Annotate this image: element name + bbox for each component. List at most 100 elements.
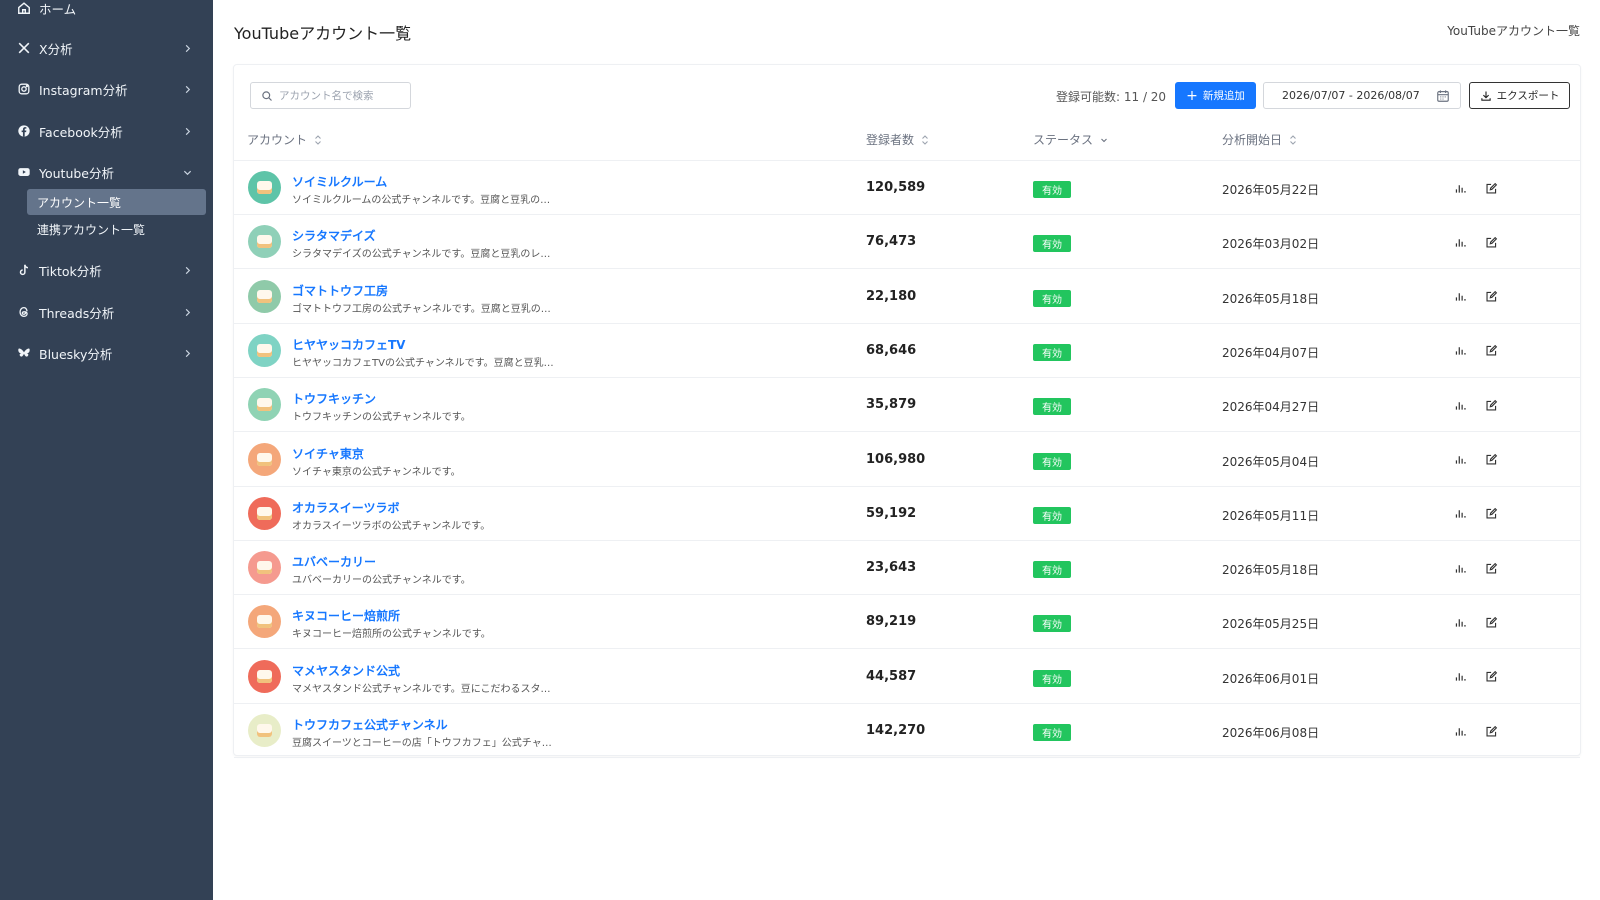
table-row: オカラスイーツラボ オカラスイーツラボの公式チャンネルです。 59,192 有効 202… — [234, 487, 1580, 541]
edit-icon[interactable] — [1483, 180, 1499, 196]
account-name-link[interactable]: トウフキッチン — [292, 390, 376, 407]
facebook-icon — [16, 123, 32, 139]
column-header-start-date[interactable]: 分析開始日 — [1222, 131, 1297, 148]
column-header-account[interactable]: アカウント — [247, 131, 322, 148]
chevron-right-icon — [181, 305, 193, 319]
sidebar-item-facebook[interactable]: Facebook分析 — [0, 118, 213, 144]
account-name-link[interactable]: ソイミルクルーム — [292, 173, 387, 190]
status-badge: 有効 — [1033, 289, 1071, 307]
chevron-right-icon — [181, 82, 193, 96]
status-badge: 有効 — [1033, 615, 1071, 633]
account-description: ヒヤヤッコカフェTVの公式チャンネルです。豆腐と豆乳… — [292, 357, 554, 369]
tofu-icon — [257, 669, 272, 683]
tofu-icon — [257, 561, 272, 575]
analytics-chart-icon[interactable] — [1452, 234, 1468, 250]
account-description: ユバベーカリーの公式チャンネルです。 — [292, 575, 471, 587]
account-name-link[interactable]: マメヤスタンド公式 — [292, 662, 400, 679]
analytics-chart-icon[interactable] — [1452, 560, 1468, 576]
sidebar-subitem-account-list[interactable]: アカウント一覧 — [27, 189, 206, 215]
edit-icon[interactable] — [1483, 506, 1499, 522]
table-row: ヒヤヤッコカフェTV ヒヤヤッコカフェTVの公式チャンネルです。豆腐と豆乳… 68,… — [234, 324, 1580, 378]
analytics-chart-icon[interactable] — [1452, 614, 1468, 630]
account-name-link[interactable]: ユバベーカリー — [292, 553, 376, 570]
sidebar-item-label: Youtube分析 — [39, 165, 114, 181]
channel-avatar — [248, 714, 281, 747]
edit-icon[interactable] — [1483, 397, 1499, 413]
youtube-icon — [16, 164, 32, 180]
analytics-chart-icon[interactable] — [1452, 343, 1468, 359]
analysis-start-date: 2026年04月27日 — [1222, 400, 1320, 415]
export-button[interactable]: エクスポート — [1469, 82, 1570, 109]
x-logo-icon — [16, 40, 32, 56]
sort-icon — [1289, 134, 1297, 146]
account-description: マメヤスタンド公式チャンネルです。豆にこだわるスタ… — [292, 683, 551, 695]
sidebar-item-instagram[interactable]: Instagram分析 — [0, 76, 213, 102]
edit-icon[interactable] — [1483, 669, 1499, 685]
status-badge: 有効 — [1033, 561, 1071, 579]
search-icon — [262, 90, 272, 101]
sidebar-subitem-linked-accounts[interactable]: 連携アカウント一覧 — [27, 216, 206, 242]
sidebar-item-label: Instagram分析 — [39, 82, 128, 98]
search-box[interactable] — [250, 82, 411, 109]
sidebar-item-tiktok[interactable]: Tiktok分析 — [0, 257, 213, 283]
analytics-chart-icon[interactable] — [1452, 723, 1468, 739]
channel-avatar — [248, 279, 281, 313]
analytics-chart-icon[interactable] — [1452, 180, 1468, 196]
edit-icon[interactable] — [1483, 343, 1499, 359]
tofu-icon — [257, 724, 272, 737]
channel-avatar — [248, 333, 281, 367]
account-name-link[interactable]: シラタマデイズ — [292, 227, 376, 244]
date-range-picker[interactable]: 2026/07/07 - 2026/08/07 — [1263, 82, 1461, 109]
sidebar-item-bluesky[interactable]: Bluesky分析 — [0, 340, 213, 366]
sidebar-item-label: ホーム — [39, 1, 77, 17]
sidebar: ホーム X分析 Instagram分析 Facebook分析 Youtube分析… — [0, 0, 213, 900]
chevron-right-icon — [181, 124, 193, 138]
search-input[interactable] — [279, 89, 399, 102]
channel-avatar — [248, 225, 281, 259]
analysis-start-date: 2026年05月18日 — [1222, 291, 1320, 306]
sidebar-item-youtube[interactable]: Youtube分析 — [0, 159, 213, 185]
analysis-start-date: 2026年05月04日 — [1222, 454, 1320, 469]
sort-icon — [921, 134, 929, 146]
sidebar-item-threads[interactable]: Threads分析 — [0, 299, 213, 325]
account-description: ソイミルクルームの公式チャンネルです。豆腐と豆乳の… — [292, 195, 551, 206]
edit-icon[interactable] — [1483, 614, 1499, 630]
analytics-chart-icon[interactable] — [1452, 669, 1468, 685]
tofu-icon — [257, 181, 272, 194]
column-header-subscribers[interactable]: 登録者数 — [866, 131, 929, 148]
account-name-link[interactable]: ゴマトトウフ工房 — [292, 282, 388, 299]
channel-avatar — [248, 659, 281, 693]
edit-icon[interactable] — [1483, 289, 1499, 305]
add-account-button[interactable]: + 新規追加 — [1175, 82, 1256, 109]
edit-icon[interactable] — [1483, 723, 1499, 739]
sidebar-item-label: Tiktok分析 — [39, 263, 102, 279]
channel-avatar — [248, 551, 281, 585]
breadcrumb: YouTubeアカウント一覧 — [1447, 24, 1580, 38]
analytics-chart-icon[interactable] — [1452, 397, 1468, 413]
account-name-link[interactable]: キヌコーヒー焙煎所 — [292, 607, 400, 624]
status-badge: 有効 — [1033, 506, 1071, 524]
analytics-chart-icon[interactable] — [1452, 289, 1468, 305]
export-button-label: エクスポート — [1496, 90, 1560, 102]
account-name-link[interactable]: トウフカフェ公式チャンネル — [292, 716, 448, 733]
tofu-icon — [257, 289, 272, 303]
sidebar-item-x[interactable]: X分析 — [0, 35, 213, 61]
account-description: シラタマデイズの公式チャンネルです。豆腐と豆乳のレ… — [292, 249, 551, 261]
account-name-link[interactable]: オカラスイーツラボ — [292, 499, 400, 516]
subscriber-count: 68,646 — [866, 342, 917, 358]
edit-icon[interactable] — [1483, 234, 1499, 250]
analysis-start-date: 2026年06月08日 — [1222, 726, 1320, 740]
account-description: オカラスイーツラボの公式チャンネルです。 — [292, 520, 491, 532]
channel-avatar — [248, 171, 281, 204]
analytics-chart-icon[interactable] — [1452, 506, 1468, 522]
analysis-start-date: 2026年05月11日 — [1222, 508, 1320, 523]
column-header-status[interactable]: ステータス — [1033, 131, 1108, 148]
status-badge: 有効 — [1033, 669, 1071, 687]
sidebar-item-home[interactable]: ホーム — [0, 0, 213, 21]
threads-icon — [16, 304, 32, 320]
edit-icon[interactable] — [1483, 560, 1499, 576]
account-name-link[interactable]: ヒヤヤッコカフェTV — [292, 336, 405, 353]
analytics-chart-icon[interactable] — [1452, 452, 1468, 468]
edit-icon[interactable] — [1483, 452, 1499, 468]
account-name-link[interactable]: ソイチャ東京 — [292, 445, 364, 462]
